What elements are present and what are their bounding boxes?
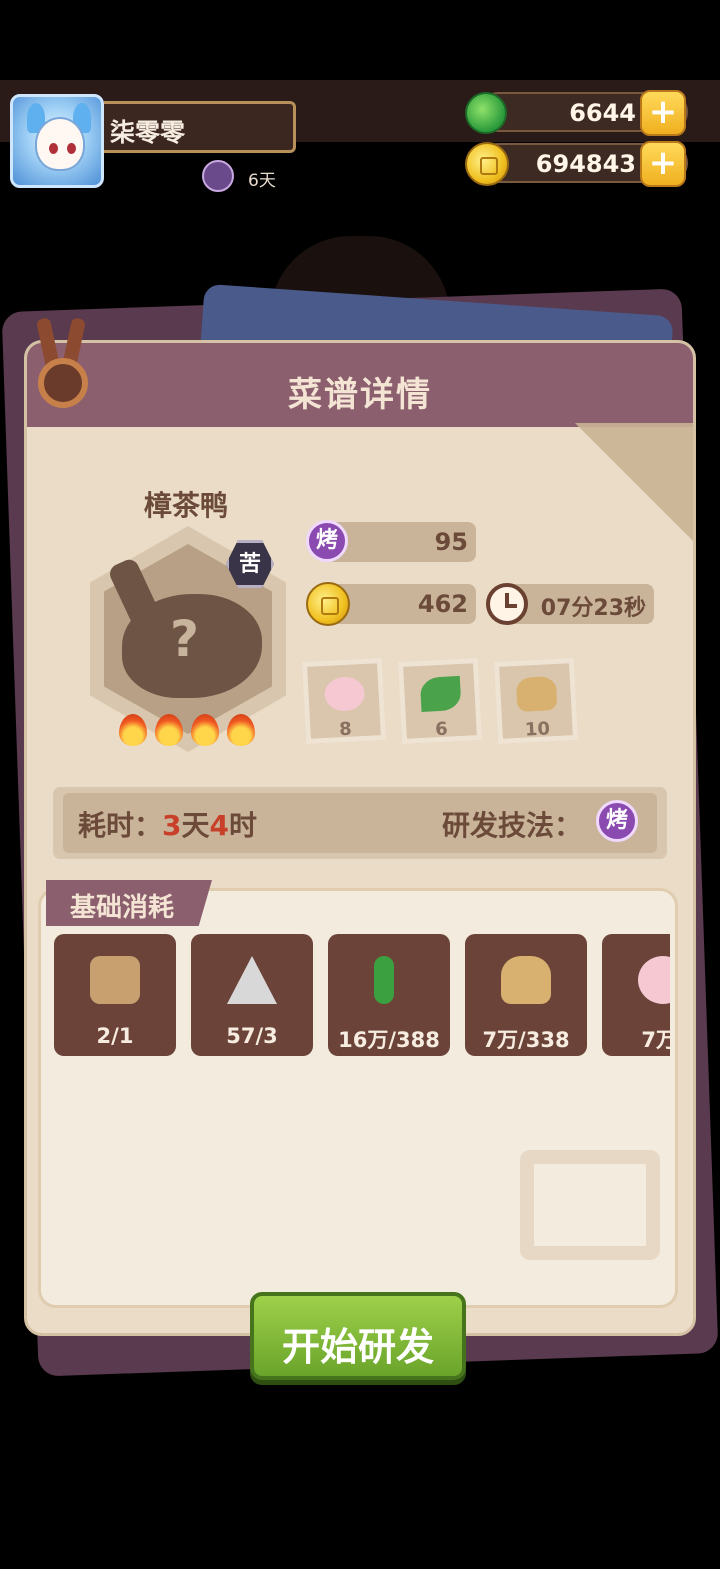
cost-tab-label: 基础消耗: [70, 893, 175, 923]
cost-tab: 基础消耗: [46, 880, 212, 926]
cost-item[interactable]: 7万/338: [465, 934, 587, 1056]
duration-hour-unit: 时: [229, 809, 258, 842]
coin-icon: [306, 582, 350, 626]
player-name: 柒零零: [110, 118, 186, 147]
duration-day-unit: 天: [181, 809, 210, 842]
cost-value: 7万/: [641, 1028, 670, 1052]
tea-leaves-icon: [419, 675, 462, 712]
jade-value: 6644: [569, 99, 636, 127]
cost-item[interactable]: 16万/388: [328, 934, 450, 1056]
duration-days: 3: [162, 809, 182, 842]
ingredient-count: 10: [524, 718, 551, 741]
ingredient-slot[interactable]: 6: [397, 657, 483, 745]
technique-label: 研发技法：: [442, 809, 583, 842]
back-icon-ring: [38, 358, 88, 408]
duration-hours: 4: [209, 809, 229, 842]
add-coin-button[interactable]: +: [640, 141, 686, 187]
technique-bar: 95: [326, 522, 476, 562]
roast-technique-icon: 烤: [596, 800, 638, 842]
scallion-icon: [374, 956, 394, 1004]
ingredient-count: 6: [434, 718, 449, 741]
coin-value: 694843: [535, 150, 636, 178]
dish-name: 樟茶鸭: [144, 489, 229, 522]
ingredient-slot[interactable]: 8: [301, 657, 387, 745]
price-value: 462: [417, 590, 468, 618]
cost-item[interactable]: 2/1: [54, 934, 176, 1056]
duration-text: 耗时：3天4时: [78, 804, 257, 844]
bug-rock-icon: [227, 956, 277, 1004]
cost-list[interactable]: 2/1 57/3 16万/388 7万/338 7万/: [54, 934, 670, 1058]
player-name-box: 柒零零: [104, 101, 296, 153]
start-research-button[interactable]: 开始研发: [250, 1292, 466, 1380]
avatar-face: [35, 117, 85, 171]
technique-value: 95: [434, 528, 468, 556]
cost-value: 2/1: [96, 1024, 134, 1048]
cost-value: 7万/338: [482, 1028, 570, 1052]
cost-value: 57/3: [226, 1024, 278, 1048]
roast-technique-icon: 烤: [306, 520, 348, 562]
pink-meat-icon: [323, 675, 366, 712]
start-research-label: 开始研发: [281, 1325, 434, 1369]
avatar-eye: [49, 143, 58, 154]
companion-icon: [202, 160, 234, 192]
pink-meat-icon: [638, 956, 670, 1004]
unknown-dish-mark: ?: [170, 610, 200, 668]
coin-icon: [465, 142, 509, 186]
cook-time-value: 07分23秒: [540, 596, 646, 621]
cost-item[interactable]: 7万/: [602, 934, 670, 1056]
flame-icon: [155, 714, 183, 746]
decorative-swirl: [520, 1150, 660, 1260]
avatar-eye: [67, 143, 76, 154]
add-jade-button[interactable]: +: [640, 90, 686, 136]
rice-sack-icon: [515, 675, 558, 712]
avatar[interactable]: [10, 94, 104, 188]
duration-label: 耗时：: [78, 809, 163, 842]
back-button[interactable]: [35, 317, 92, 412]
toaster-icon: [90, 956, 140, 1004]
coin-counter: 694843 +: [478, 141, 688, 187]
flame-icon: [191, 714, 219, 746]
cost-item[interactable]: 57/3: [191, 934, 313, 1056]
corner-fold-decoration: [575, 423, 693, 543]
jade-icon: [465, 92, 507, 134]
clock-icon: [486, 583, 528, 625]
rice-sack-icon: [501, 956, 551, 1004]
ingredient-slot[interactable]: 10: [493, 657, 579, 745]
jade-counter: 6644 +: [478, 90, 688, 136]
cost-value: 16万/388: [338, 1028, 440, 1052]
ingredient-count: 8: [338, 718, 353, 741]
flame-icon: [119, 714, 147, 746]
panel-title: 菜谱详情: [288, 375, 432, 415]
login-days: 6天: [248, 171, 276, 191]
flame-icon: [227, 714, 255, 746]
